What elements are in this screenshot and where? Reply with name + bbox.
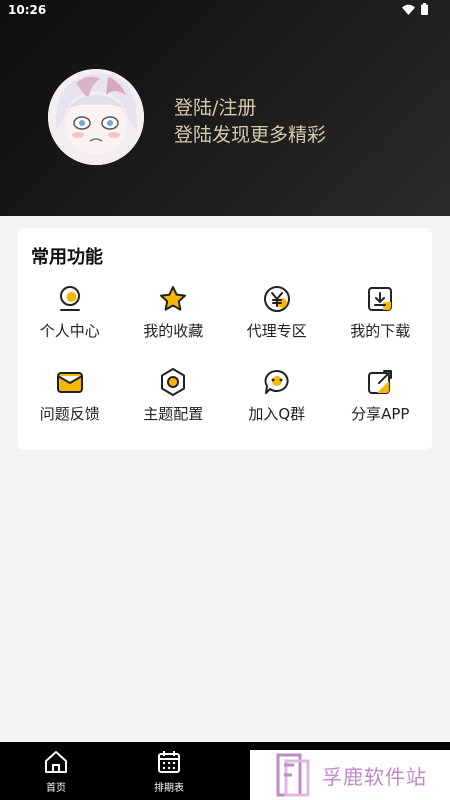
feedback-button[interactable]: 问题反馈	[18, 367, 122, 424]
yen-icon	[263, 286, 290, 312]
item-label: 主题配置	[143, 405, 204, 423]
nav-schedule[interactable]: 排期表	[139, 748, 199, 794]
functions-grid: 个人中心 我的收藏 代理专区 我的下载 问题反馈 主题配置 加入Q群 分享APP	[18, 284, 432, 424]
my-favorites-button[interactable]: 我的收藏	[122, 284, 226, 341]
watermark-logo-icon	[276, 753, 310, 797]
chat-icon	[264, 369, 289, 394]
status-bar: 10:26	[0, 0, 450, 22]
star-icon	[160, 286, 187, 311]
item-label: 我的下载	[350, 322, 411, 340]
status-time: 10:26	[8, 3, 47, 17]
mail-icon	[56, 372, 83, 393]
join-qq-group-button[interactable]: 加入Q群	[225, 367, 329, 424]
nav-label: 排期表	[154, 783, 184, 794]
watermark: 孚鹿软件站	[250, 750, 450, 800]
login-subtitle: 登陆发现更多精彩	[174, 124, 327, 146]
personal-center-button[interactable]: 个人中心	[18, 284, 122, 341]
item-label: 代理专区	[246, 322, 307, 340]
watermark-text: 孚鹿软件站	[322, 764, 427, 789]
section-title: 常用功能	[31, 247, 103, 268]
item-label: 加入Q群	[248, 405, 306, 423]
person-icon	[59, 286, 80, 311]
item-label: 我的收藏	[143, 322, 204, 340]
share-app-button[interactable]: 分享APP	[329, 367, 433, 424]
status-icons	[402, 3, 428, 15]
share-icon	[368, 370, 393, 394]
item-label: 分享APP	[351, 405, 410, 423]
nav-label: 首页	[46, 783, 66, 794]
my-downloads-button[interactable]: 我的下载	[329, 284, 433, 341]
hexagon-icon	[161, 368, 186, 396]
anime-avatar-icon	[48, 69, 144, 165]
profile-header: 10:26 登陆/注册 登陆发现更多精彩	[0, 0, 450, 216]
avatar[interactable]	[48, 69, 144, 165]
login-register-link[interactable]: 登陆/注册	[174, 93, 256, 120]
battery-icon	[421, 3, 428, 15]
agent-zone-button[interactable]: 代理专区	[225, 284, 329, 341]
nav-home[interactable]: 首页	[26, 748, 86, 794]
home-icon	[45, 751, 67, 773]
theme-settings-button[interactable]: 主题配置	[122, 367, 226, 424]
item-label: 个人中心	[39, 322, 100, 340]
calendar-icon	[158, 751, 180, 773]
functions-card: 常用功能 个人中心 我的收藏 代理专区 我的下载 问题反馈 主题配置 加入Q群 …	[18, 228, 432, 450]
item-label: 问题反馈	[39, 405, 100, 423]
wifi-icon	[402, 4, 415, 15]
download-icon	[368, 287, 393, 311]
